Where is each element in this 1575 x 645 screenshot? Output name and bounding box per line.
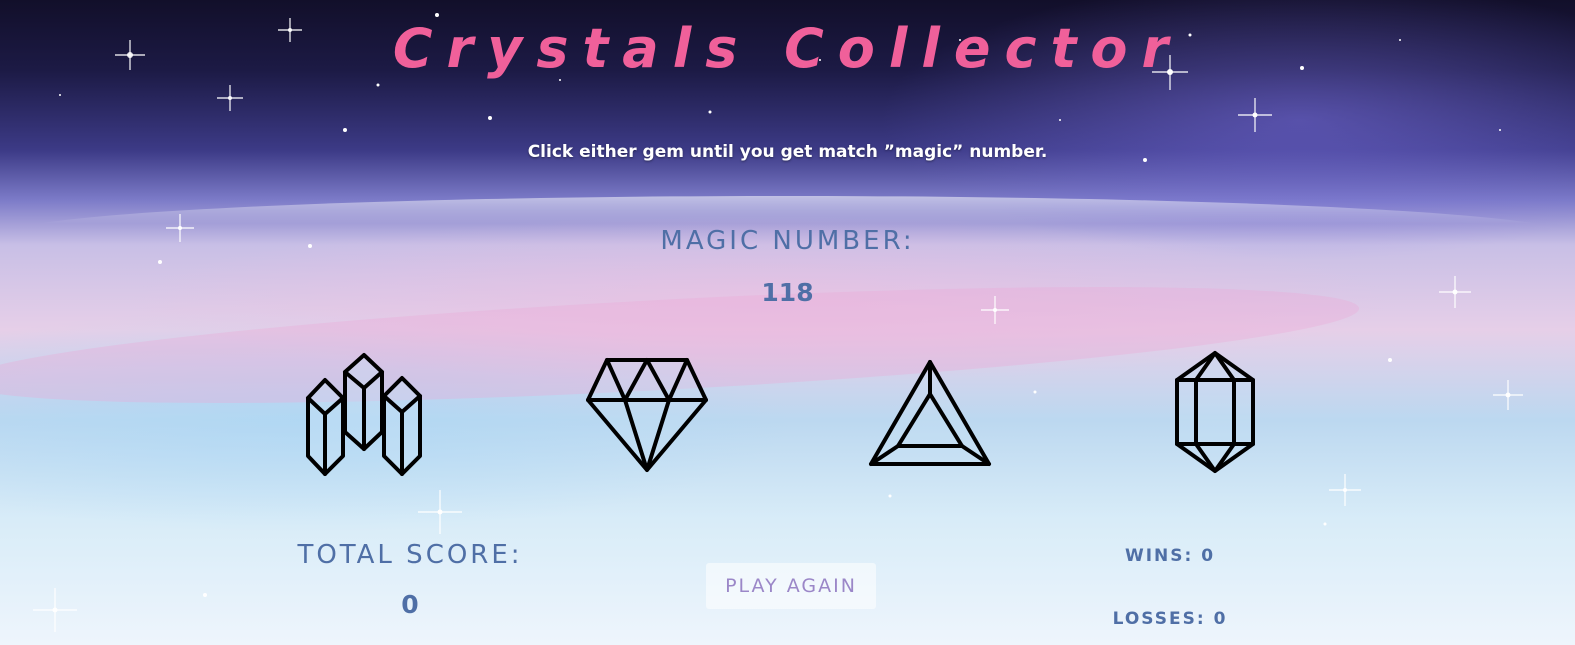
triangle-gem-icon (869, 360, 991, 466)
crystal-cluster-gem-button[interactable] (305, 352, 423, 478)
wins-counter: WINS: 0 (1124, 546, 1216, 566)
hexagonal-crystal-gem-button[interactable] (1174, 350, 1256, 474)
diamond-icon (586, 358, 708, 472)
magic-number-value: 118 (761, 278, 814, 307)
hexagonal-crystal-icon (1175, 351, 1255, 473)
instructions-text: Click either gem until you get match ”ma… (527, 142, 1048, 162)
magic-number-label: MAGIC NUMBER: (660, 226, 915, 256)
triangle-gem-button[interactable] (868, 358, 992, 468)
diamond-gem-button[interactable] (585, 356, 709, 474)
losses-counter: LOSSES: 0 (1112, 609, 1228, 629)
star-field (33, 13, 1523, 632)
total-score-label: TOTAL SCORE: (297, 540, 523, 570)
play-again-button[interactable]: PLAY AGAIN (706, 563, 876, 609)
game-title: Crystals Collector (392, 17, 1183, 80)
crystal-cluster-icon (306, 353, 422, 476)
total-score-value: 0 (401, 590, 419, 619)
